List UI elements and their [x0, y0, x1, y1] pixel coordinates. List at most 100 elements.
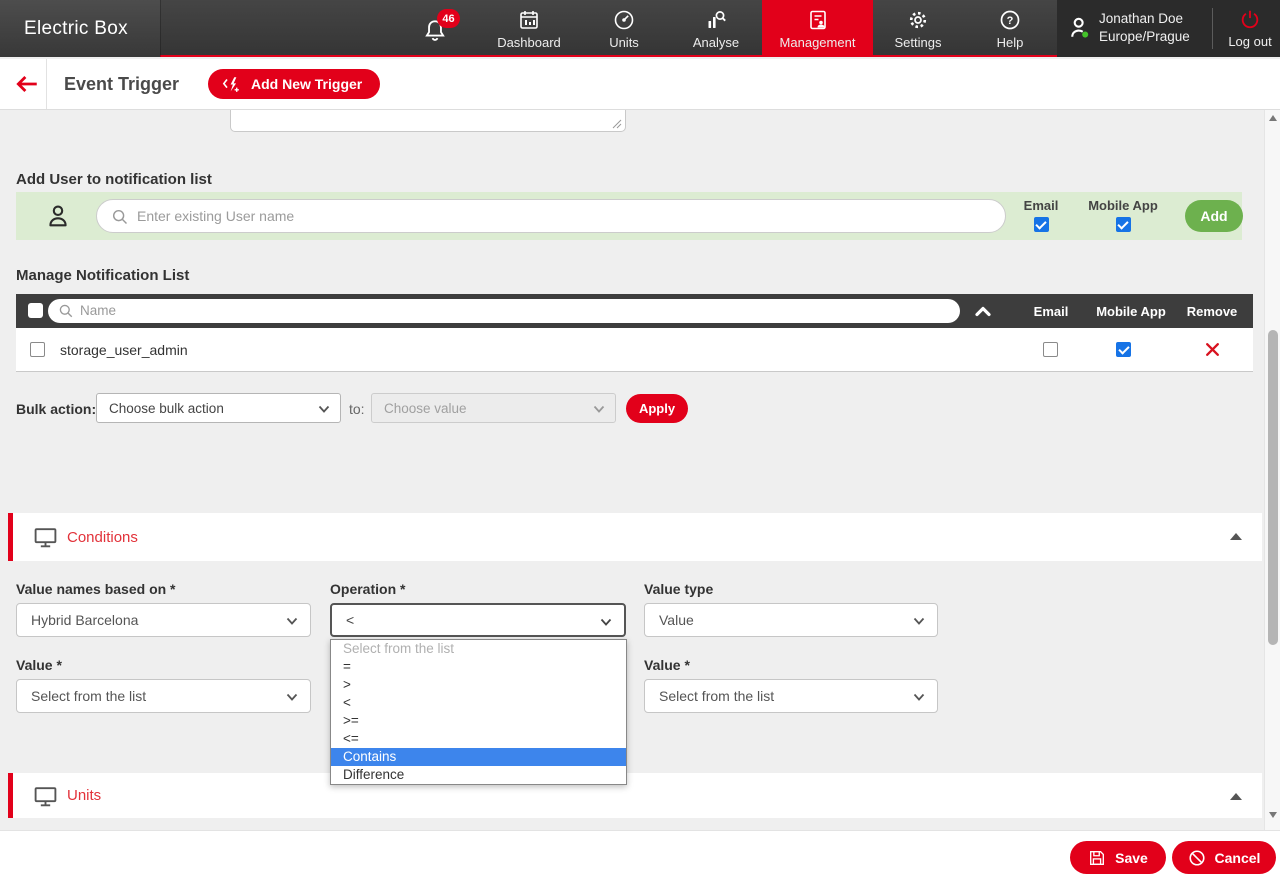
chevron-down-icon	[286, 617, 298, 625]
operation-option[interactable]: >=	[331, 712, 626, 730]
person-icon	[44, 202, 72, 230]
value2-select[interactable]: Select from the list	[644, 679, 938, 713]
event-trigger-page: Electric Box 46 Dashboard Units Analyse …	[0, 0, 1280, 883]
back-button[interactable]	[8, 59, 46, 109]
logout-label: Log out	[1228, 34, 1271, 49]
collapse-arrow-icon[interactable]	[1230, 793, 1242, 800]
user-info: Jonathan Doe Europe/Prague	[1099, 10, 1190, 46]
row-email-checkbox[interactable]	[1043, 342, 1058, 357]
save-button[interactable]: Save	[1070, 841, 1166, 874]
bulk-action-value: Choose bulk action	[109, 401, 224, 416]
notification-badge: 46	[437, 9, 460, 28]
email-option: Email	[1006, 198, 1076, 232]
nav-item-management[interactable]: Management	[762, 0, 873, 57]
row-username: storage_user_admin	[60, 328, 188, 372]
divider	[46, 59, 47, 109]
nav-label: Analyse	[693, 35, 739, 50]
operation-dropdown: Select from the list = > < >= <= Contain…	[330, 639, 627, 785]
chevron-down-icon	[913, 617, 925, 625]
calendar-icon	[517, 8, 541, 32]
operation-select[interactable]: <	[330, 603, 626, 637]
value-names-select[interactable]: Hybrid Barcelona	[16, 603, 311, 637]
cancel-button[interactable]: Cancel	[1172, 841, 1276, 874]
cancel-prohibition-icon	[1188, 849, 1206, 867]
add-user-section-title: Add User to notification list	[16, 171, 212, 188]
scrollbar-thumb[interactable]	[1268, 330, 1278, 645]
nav-item-analyse[interactable]: Analyse	[684, 0, 748, 57]
to-label: to:	[349, 393, 365, 424]
add-user-button[interactable]: Add	[1185, 200, 1243, 232]
gear-icon	[906, 8, 930, 32]
notifications-button[interactable]: 46	[422, 9, 472, 51]
conditions-section-header[interactable]: Conditions	[8, 513, 1262, 561]
user-search-box	[96, 199, 1006, 233]
notification-list-header: Email Mobile App Remove	[16, 294, 1253, 328]
scroll-down-arrow-icon[interactable]	[1269, 812, 1277, 818]
name-search-input[interactable]	[80, 300, 940, 321]
chevron-down-icon	[286, 693, 298, 701]
logout-button[interactable]: Log out	[1220, 0, 1280, 57]
operation-option[interactable]: <=	[331, 730, 626, 748]
operation-option[interactable]: <	[331, 694, 626, 712]
brand-logo[interactable]: Electric Box	[0, 0, 160, 57]
top-navigation-bar: Electric Box 46 Dashboard Units Analyse …	[0, 0, 1280, 57]
bulk-value-select[interactable]: Choose value	[371, 393, 616, 423]
cancel-label: Cancel	[1215, 850, 1261, 866]
nav-item-units[interactable]: Units	[595, 0, 653, 57]
value2-label: Value *	[644, 657, 690, 673]
user-search-input[interactable]	[137, 201, 987, 231]
row-mobile-checkbox[interactable]	[1116, 342, 1131, 357]
save-floppy-icon	[1088, 849, 1106, 867]
gauge-icon	[612, 8, 636, 32]
operation-option[interactable]: >	[331, 676, 626, 694]
mobile-app-checkbox[interactable]	[1116, 217, 1131, 232]
footer-bar: Save Cancel	[0, 830, 1280, 883]
apply-button[interactable]: Apply	[626, 394, 688, 423]
bulk-action-label: Bulk action:	[16, 393, 96, 424]
column-email: Email	[1021, 294, 1081, 328]
row-remove-button[interactable]	[1204, 341, 1221, 358]
bulk-action-select[interactable]: Choose bulk action	[96, 393, 341, 423]
column-remove: Remove	[1182, 294, 1242, 328]
monitor-icon	[33, 785, 58, 808]
sort-ascending-icon[interactable]	[974, 305, 992, 317]
page-header: Event Trigger Add New Trigger	[0, 59, 1280, 110]
select-all-checkbox[interactable]	[28, 303, 43, 318]
add-new-trigger-button[interactable]: Add New Trigger	[208, 69, 380, 99]
search-icon	[111, 208, 129, 226]
value1-value: Select from the list	[31, 688, 146, 704]
nav-item-dashboard[interactable]: Dashboard	[487, 0, 571, 57]
nav-item-help[interactable]: ? Help	[982, 0, 1038, 57]
operation-option[interactable]: =	[331, 658, 626, 676]
scroll-up-arrow-icon[interactable]	[1269, 115, 1277, 121]
vertical-scrollbar[interactable]	[1264, 110, 1280, 830]
value-type-select[interactable]: Value	[644, 603, 938, 637]
back-arrow-icon	[14, 73, 40, 95]
value-names-label: Value names based on *	[16, 581, 176, 597]
user-area[interactable]: Jonathan Doe Europe/Prague Log out	[1057, 0, 1280, 57]
row-checkbox[interactable]	[30, 342, 45, 357]
value-names-value: Hybrid Barcelona	[31, 612, 138, 628]
brand-title: Electric Box	[24, 18, 128, 40]
nav-label: Units	[609, 35, 639, 50]
operation-option[interactable]: Difference	[331, 766, 626, 784]
user-avatar-icon	[1067, 14, 1095, 42]
analyse-chart-icon	[704, 8, 728, 32]
page-title: Event Trigger	[64, 59, 179, 109]
chevron-down-icon	[593, 405, 605, 413]
nav-label: Settings	[895, 35, 942, 50]
operation-option[interactable]: Select from the list	[331, 640, 626, 658]
value1-label: Value *	[16, 657, 62, 673]
nav-item-settings[interactable]: Settings	[882, 0, 954, 57]
collapse-arrow-icon[interactable]	[1230, 533, 1242, 540]
operation-option[interactable]: Contains	[331, 748, 626, 766]
chevron-down-icon	[600, 618, 612, 626]
mobile-app-option: Mobile App	[1088, 198, 1158, 232]
email-checkbox[interactable]	[1034, 217, 1049, 232]
divider	[1212, 8, 1213, 49]
trigger-icon	[222, 75, 242, 94]
units-section-header[interactable]: Units	[8, 773, 1262, 818]
value1-select[interactable]: Select from the list	[16, 679, 311, 713]
resize-handle-icon[interactable]	[612, 119, 622, 129]
value2-value: Select from the list	[659, 688, 774, 704]
